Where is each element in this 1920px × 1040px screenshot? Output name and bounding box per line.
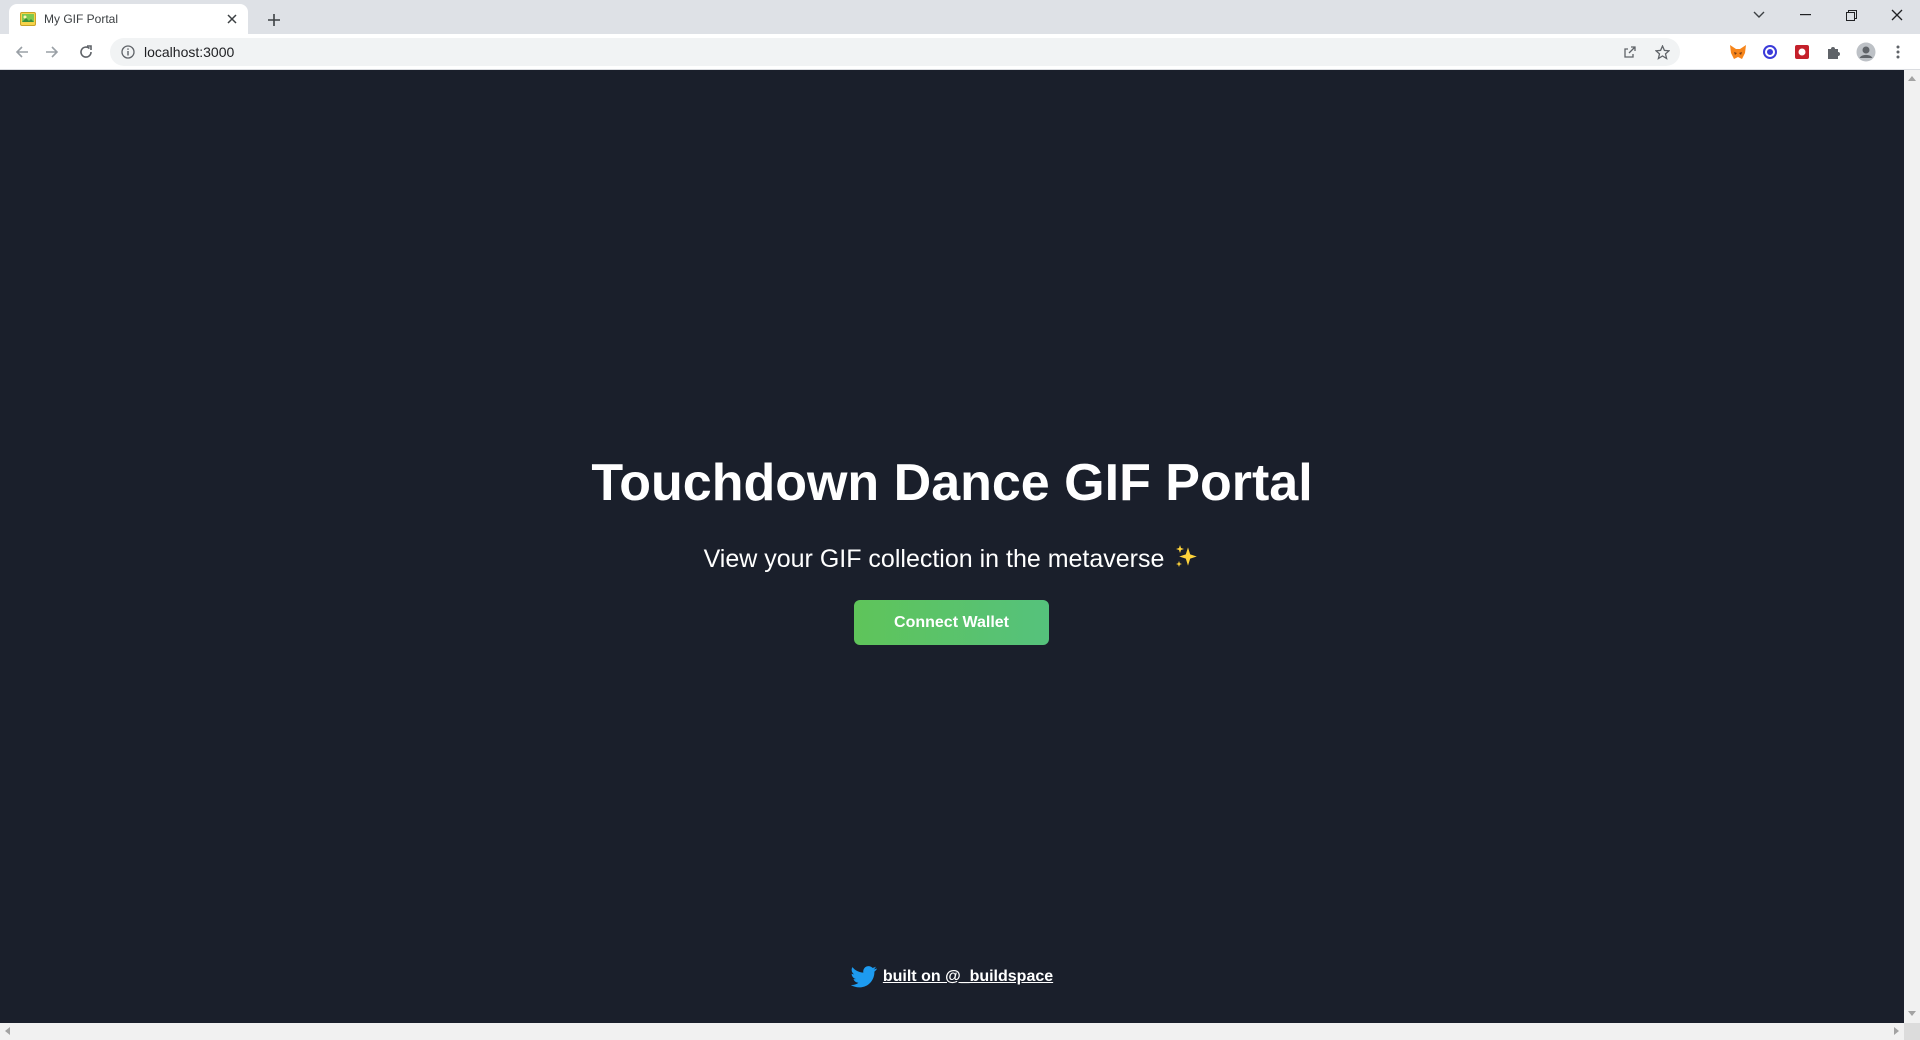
browser-menu-icon[interactable] [1884,38,1912,66]
phantom-extension-icon[interactable] [1756,38,1784,66]
browser-tab-strip: My GIF Portal [0,0,1920,34]
url-text: localhost:3000 [144,44,235,60]
site-info-icon[interactable] [114,38,142,66]
gif-portal-favicon-icon [20,11,36,27]
page-viewport: Touchdown Dance GIF Portal View your GIF… [0,70,1904,1023]
vertical-scrollbar[interactable] [1904,70,1920,1023]
scrollbar-corner [1904,1023,1920,1040]
scroll-right-arrow-icon[interactable] [1894,1027,1899,1035]
profile-avatar-icon[interactable] [1852,38,1880,66]
browser-toolbar: localhost:3000 [0,34,1920,70]
new-tab-icon[interactable] [260,6,288,34]
scroll-left-arrow-icon[interactable] [5,1027,10,1035]
back-arrow-icon[interactable] [8,38,36,66]
minimize-icon[interactable] [1782,0,1828,30]
scroll-up-arrow-icon[interactable] [1908,76,1916,81]
forward-arrow-icon[interactable] [38,38,66,66]
subtitle-text: View your GIF collection in the metavers… [703,545,1165,573]
bookmark-star-icon[interactable] [1648,38,1676,66]
metamask-extension-icon[interactable] [1724,38,1752,66]
page-title: Touchdown Dance GIF Portal [591,454,1313,512]
tab-search-chevron-icon[interactable] [1736,0,1782,30]
tab-title: My GIF Portal [44,12,119,26]
sparkles-icon [1174,544,1200,577]
page-subtitle: View your GIF collection in the metavers… [0,544,1904,577]
connect-wallet-button[interactable]: Connect Wallet [854,600,1049,645]
restore-icon[interactable] [1828,0,1874,30]
reload-icon[interactable] [72,38,100,66]
footer: built on @_buildspace [0,966,1904,988]
horizontal-scrollbar[interactable] [0,1023,1904,1040]
red-extension-icon[interactable] [1788,38,1816,66]
address-bar[interactable]: localhost:3000 [110,38,1680,66]
extensions-puzzle-icon[interactable] [1820,38,1848,66]
close-window-icon[interactable] [1874,0,1920,30]
twitter-icon [850,966,877,988]
scroll-down-arrow-icon[interactable] [1908,1011,1916,1016]
buildspace-footer-link[interactable]: built on @_buildspace [883,968,1053,986]
tab-close-icon[interactable] [222,9,242,29]
browser-tab[interactable]: My GIF Portal [9,4,248,34]
share-icon[interactable] [1616,38,1644,66]
